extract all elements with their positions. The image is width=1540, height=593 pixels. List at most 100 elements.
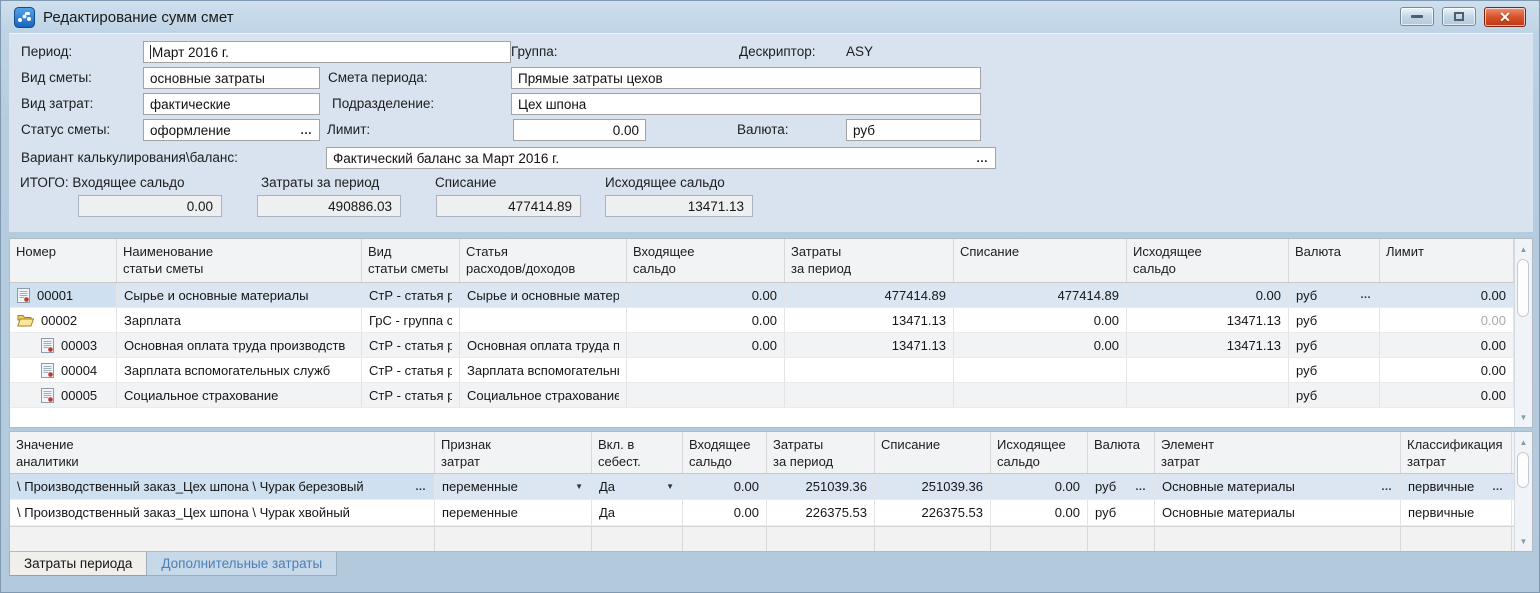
status-input[interactable]: оформление… bbox=[143, 119, 320, 141]
cell[interactable]: 0.00 bbox=[954, 333, 1127, 357]
cell[interactable]: Социальное страхование bbox=[460, 383, 627, 407]
column-header[interactable]: Входящее сальдо bbox=[683, 432, 767, 473]
cell[interactable]: первичные bbox=[1401, 500, 1512, 525]
cell[interactable]: Основная оплата труда производств bbox=[117, 333, 362, 357]
cell[interactable] bbox=[785, 358, 954, 382]
column-header[interactable]: Наименование статьи сметы bbox=[117, 239, 362, 282]
cell[interactable]: 0.00 bbox=[627, 308, 785, 332]
ellipsis-button[interactable]: … bbox=[970, 151, 989, 165]
table-row[interactable]: \ Производственный заказ_Цех шпона \ Чур… bbox=[10, 500, 1514, 526]
cell[interactable]: ГрС - группа ст bbox=[362, 308, 460, 332]
scrollbar-thumb[interactable] bbox=[1517, 259, 1529, 317]
column-header[interactable]: Исходящее сальдо bbox=[1127, 239, 1289, 282]
ellipsis-button[interactable]: … bbox=[1130, 481, 1147, 493]
close-button[interactable]: ✕ bbox=[1484, 7, 1526, 27]
cell[interactable]: \ Производственный заказ_Цех шпона \ Чур… bbox=[10, 474, 435, 499]
cell[interactable]: 226375.53 bbox=[767, 500, 875, 525]
column-header[interactable]: Затраты за период bbox=[785, 239, 954, 282]
tab[interactable]: Дополнительные затраты bbox=[147, 552, 337, 576]
cell[interactable]: 0.00 bbox=[1380, 308, 1514, 332]
column-header[interactable]: Номер bbox=[10, 239, 117, 282]
cell[interactable]: 0.00 bbox=[1380, 358, 1514, 382]
column-header[interactable]: Классификация затрат bbox=[1401, 432, 1512, 473]
cell[interactable]: 226375.53 bbox=[875, 500, 991, 525]
cell[interactable]: переменные bbox=[435, 500, 592, 525]
cell[interactable]: Да bbox=[592, 500, 683, 525]
cell[interactable] bbox=[1127, 383, 1289, 407]
ellipsis-button[interactable]: … bbox=[1355, 289, 1372, 301]
cell[interactable]: Основные материалы… bbox=[1155, 474, 1401, 499]
tab[interactable]: Затраты периода bbox=[9, 552, 147, 576]
cell[interactable]: 0.00 bbox=[1380, 333, 1514, 357]
cell[interactable]: руб bbox=[1088, 500, 1155, 525]
cell[interactable]: 00001 bbox=[10, 283, 117, 307]
column-header[interactable]: Списание bbox=[954, 239, 1127, 282]
cell[interactable]: Зарплата вспомогательных служб bbox=[117, 358, 362, 382]
table-row[interactable]: 00004Зарплата вспомогательных службСтР -… bbox=[10, 358, 1514, 383]
cell[interactable]: 0.00 bbox=[991, 500, 1088, 525]
cell[interactable]: Основные материалы bbox=[1155, 500, 1401, 525]
column-header[interactable]: Элемент затрат bbox=[1155, 432, 1401, 473]
column-header[interactable]: Валюта bbox=[1289, 239, 1380, 282]
column-header[interactable]: Признак затрат bbox=[435, 432, 592, 473]
cell[interactable]: Сырье и основные матери bbox=[460, 283, 627, 307]
column-header[interactable]: Вкл. в себест. bbox=[592, 432, 683, 473]
cell[interactable]: Да▼ bbox=[592, 474, 683, 499]
cell[interactable]: Социальное страхование bbox=[117, 383, 362, 407]
table-row[interactable]: 00003Основная оплата труда производствСт… bbox=[10, 333, 1514, 358]
cell[interactable]: СтР - статья ра bbox=[362, 283, 460, 307]
cell[interactable]: 00004 bbox=[10, 358, 117, 382]
cell[interactable]: 13471.13 bbox=[1127, 308, 1289, 332]
maximize-button[interactable] bbox=[1442, 7, 1476, 26]
cell[interactable]: руб bbox=[1289, 308, 1380, 332]
cell[interactable] bbox=[954, 358, 1127, 382]
ellipsis-button[interactable]: … bbox=[1376, 481, 1393, 493]
cell[interactable]: 0.00 bbox=[991, 474, 1088, 499]
cell[interactable]: 0.00 bbox=[1380, 383, 1514, 407]
vertical-scrollbar[interactable]: ▲ ▼ bbox=[1514, 432, 1532, 551]
dropdown-icon[interactable]: ▼ bbox=[661, 482, 675, 491]
table-row[interactable]: \ Производственный заказ_Цех шпона \ Чур… bbox=[10, 474, 1514, 500]
cell[interactable] bbox=[954, 383, 1127, 407]
period-estimate-input[interactable]: Прямые затраты цехов bbox=[511, 67, 981, 89]
cell[interactable]: Зарплата bbox=[117, 308, 362, 332]
column-header[interactable]: Значение аналитики bbox=[10, 432, 435, 473]
currency-input[interactable]: руб bbox=[846, 119, 981, 141]
cell[interactable]: 251039.36 bbox=[767, 474, 875, 499]
table-row[interactable]: 00001Сырье и основные материалыСтР - ста… bbox=[10, 283, 1514, 308]
cell[interactable]: 00002 bbox=[10, 308, 117, 332]
table-row[interactable]: 00005Социальное страхованиеСтР - статья … bbox=[10, 383, 1514, 408]
cost-type-input[interactable]: фактические bbox=[143, 93, 320, 115]
cell[interactable]: 0.00 bbox=[627, 283, 785, 307]
cell[interactable]: 477414.89 bbox=[785, 283, 954, 307]
cell[interactable]: 0.00 bbox=[954, 308, 1127, 332]
cell[interactable]: 477414.89 bbox=[954, 283, 1127, 307]
scroll-up-icon[interactable]: ▲ bbox=[1515, 241, 1532, 257]
limit-input[interactable]: 0.00 bbox=[513, 119, 646, 141]
cell[interactable]: руб… bbox=[1289, 283, 1380, 307]
scroll-up-icon[interactable]: ▲ bbox=[1515, 434, 1532, 450]
cell[interactable] bbox=[627, 383, 785, 407]
cell[interactable]: СтР - статья ра bbox=[362, 358, 460, 382]
dropdown-icon[interactable]: ▼ bbox=[570, 482, 584, 491]
cell[interactable]: руб bbox=[1289, 358, 1380, 382]
ellipsis-button[interactable]: … bbox=[410, 481, 427, 493]
cell[interactable] bbox=[627, 358, 785, 382]
scroll-down-icon[interactable]: ▼ bbox=[1515, 533, 1532, 549]
cell[interactable]: первичные… bbox=[1401, 474, 1512, 499]
column-header[interactable]: Входящее сальдо bbox=[627, 239, 785, 282]
ellipsis-button[interactable]: … bbox=[294, 123, 313, 137]
cell[interactable]: 13471.13 bbox=[1127, 333, 1289, 357]
column-header[interactable]: Исходящее сальдо bbox=[991, 432, 1088, 473]
scroll-down-icon[interactable]: ▼ bbox=[1515, 409, 1532, 425]
cell[interactable]: 0.00 bbox=[627, 333, 785, 357]
column-header[interactable]: Статья расходов/доходов bbox=[460, 239, 627, 282]
cell[interactable]: Зарплата вспомогательны bbox=[460, 358, 627, 382]
cell[interactable]: руб bbox=[1289, 333, 1380, 357]
cell[interactable]: СтР - статья ра bbox=[362, 383, 460, 407]
cell[interactable]: \ Производственный заказ_Цех шпона \ Чур… bbox=[10, 500, 435, 525]
cell[interactable]: 0.00 bbox=[1127, 283, 1289, 307]
cell[interactable]: Сырье и основные материалы bbox=[117, 283, 362, 307]
period-input[interactable]: Март 2016 г. bbox=[143, 41, 511, 63]
table-row[interactable]: 00002ЗарплатаГрС - группа ст0.0013471.13… bbox=[10, 308, 1514, 333]
